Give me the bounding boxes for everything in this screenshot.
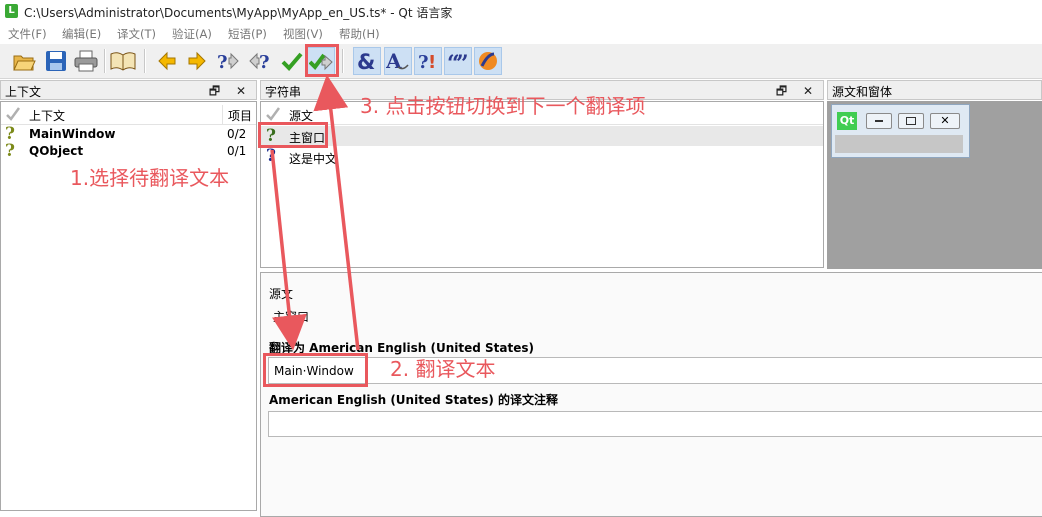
annotation-step3: 3. 点击按钮切换到下一个翻译项 <box>360 94 646 118</box>
annotation-step2: 2. 翻译文本 <box>390 357 496 381</box>
annotation-step1: 1.选择待翻译文本 <box>70 166 230 190</box>
annotation-arrows <box>270 74 360 351</box>
arrow-step2 <box>313 74 360 351</box>
arrow-step1 <box>270 149 307 351</box>
